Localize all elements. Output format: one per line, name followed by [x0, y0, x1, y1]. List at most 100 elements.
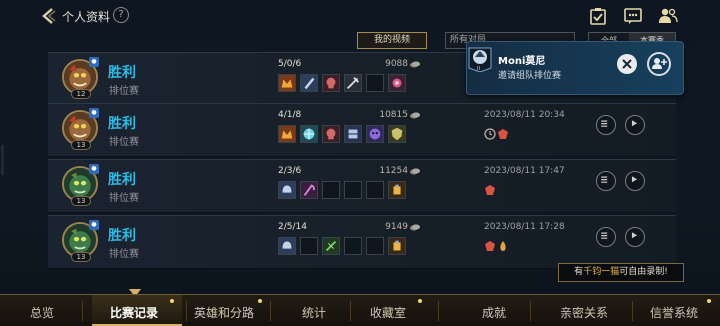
match-detail-button[interactable] [596, 171, 616, 191]
lantern-icon [393, 184, 401, 195]
gold-coins-icon [410, 61, 420, 68]
skull-icon [326, 77, 336, 89]
gold-coins-icon [410, 168, 420, 175]
kda: 4/1/8 [278, 110, 302, 120]
sword-icon [347, 77, 359, 89]
record-tooltip: 有千钧一猫可自由录制! [558, 263, 684, 282]
helm-icon [282, 185, 292, 193]
notification-dot [258, 299, 262, 303]
tab-collection[interactable]: 收藏室 [370, 304, 406, 321]
gold-amount: 9149 [385, 222, 408, 232]
nav-divider [186, 301, 187, 321]
back-chevron-icon[interactable] [40, 7, 58, 25]
queue-type: 排位赛 [109, 86, 139, 97]
header: 个人资料 ? [0, 0, 720, 32]
champion-avatar: 13 ● [62, 220, 99, 262]
match-detail-button[interactable] [596, 115, 616, 135]
tab-overview[interactable]: 总览 [30, 304, 54, 321]
tooltip-prefix: 有 [574, 267, 584, 277]
play-icon [631, 176, 638, 183]
nav-divider [530, 301, 531, 321]
replay-button[interactable] [625, 115, 645, 135]
gold-amount: 10815 [379, 110, 408, 120]
item-slot [388, 74, 406, 92]
flame-crown-icon [281, 130, 293, 139]
match-date: 2023/08/11 17:47 [484, 166, 565, 176]
crest-badge-icon [485, 185, 495, 195]
item-slot [344, 125, 362, 143]
item-slot-empty [300, 237, 318, 255]
item-slot [278, 181, 296, 199]
my-videos-button[interactable]: 我的视频 [357, 32, 427, 49]
item-slot [300, 125, 318, 143]
champion-level: 12 [71, 89, 91, 99]
accept-invite-button[interactable] [647, 52, 671, 76]
rank-tag: II [477, 66, 480, 72]
match-result: 胜利 [108, 172, 136, 188]
item-slot-empty [344, 181, 362, 199]
chat-icon[interactable] [623, 6, 643, 26]
party-icon: ● [89, 108, 99, 118]
queue-type: 排位赛 [109, 193, 139, 204]
item-slot [322, 237, 340, 255]
party-invite-toast[interactable]: II Moni莫尼 邀请组队排位赛 [466, 41, 684, 95]
decline-invite-button[interactable] [617, 54, 637, 74]
party-icon: ● [89, 220, 99, 230]
item-slot [388, 237, 406, 255]
item-slot-empty [366, 181, 384, 199]
match-card[interactable]: 13 ● 胜利 排位赛 2/3/6 11254 2023/08/11 17:47 [48, 159, 676, 213]
nav-divider [632, 301, 633, 321]
gold-amount: 9088 [385, 59, 408, 69]
tab-achievements[interactable]: 成就 [482, 304, 506, 321]
item-slot [322, 74, 340, 92]
match-detail-button[interactable] [596, 227, 616, 247]
item-slot [388, 181, 406, 199]
replay-button[interactable] [625, 227, 645, 247]
item-slot [344, 74, 362, 92]
tab-champions-roles[interactable]: 英雄和分路 [194, 304, 254, 321]
nav-divider [350, 301, 351, 321]
item-slot-empty [322, 181, 340, 199]
champion-level: 13 [71, 196, 91, 206]
match-card[interactable]: 13 ● 胜利 排位赛 2/5/14 9149 2023/08/11 17:28 [48, 215, 676, 269]
tab-stats[interactable]: 统计 [302, 304, 326, 321]
item-slot [278, 237, 296, 255]
champion-level: 13 [71, 140, 91, 150]
flame-badge-icon [500, 241, 506, 251]
blade-icon [304, 77, 315, 90]
vine-blade-icon [325, 240, 337, 252]
item-slot-empty [366, 74, 384, 92]
scythe-icon [303, 184, 315, 196]
frost-orb-icon [303, 128, 315, 140]
tab-relationships[interactable]: 亲密关系 [560, 304, 608, 321]
gold-coins-icon [410, 224, 420, 231]
tab-match-history[interactable]: 比赛记录 [110, 304, 158, 321]
play-icon [631, 232, 638, 239]
tab-honor-system[interactable]: 信誉系统 [650, 304, 698, 321]
lantern-icon [393, 240, 401, 251]
champion-avatar: 13 ● [62, 164, 99, 206]
tooltip-suffix: 可自由录制! [619, 267, 668, 277]
invite-message: 邀请组队排位赛 [498, 71, 562, 81]
champion-level: 13 [71, 252, 91, 262]
skull-icon [326, 128, 336, 140]
replay-button[interactable] [625, 171, 645, 191]
queue-type: 排位赛 [109, 137, 139, 148]
clipboard-check-icon[interactable] [588, 6, 608, 26]
kda: 2/3/6 [278, 166, 302, 176]
match-result: 胜利 [108, 116, 136, 132]
match-date: 2023/08/11 17:28 [484, 222, 565, 232]
mask-icon [369, 128, 381, 140]
add-friend-icon [652, 58, 667, 69]
item-slot [366, 125, 384, 143]
match-card[interactable]: 13 ● 胜利 排位赛 4/1/8 10815 2023/08/11 20:34 [48, 103, 676, 157]
page-title: 个人资料 [62, 10, 111, 24]
item-slot [278, 74, 296, 92]
shield-icon [391, 127, 403, 141]
match-result: 胜利 [108, 65, 136, 81]
friends-icon[interactable] [658, 6, 678, 26]
notification-dot [170, 299, 174, 303]
side-handle-icon[interactable] [0, 145, 8, 175]
list-icon [601, 232, 608, 239]
help-icon[interactable]: ? [113, 7, 129, 23]
